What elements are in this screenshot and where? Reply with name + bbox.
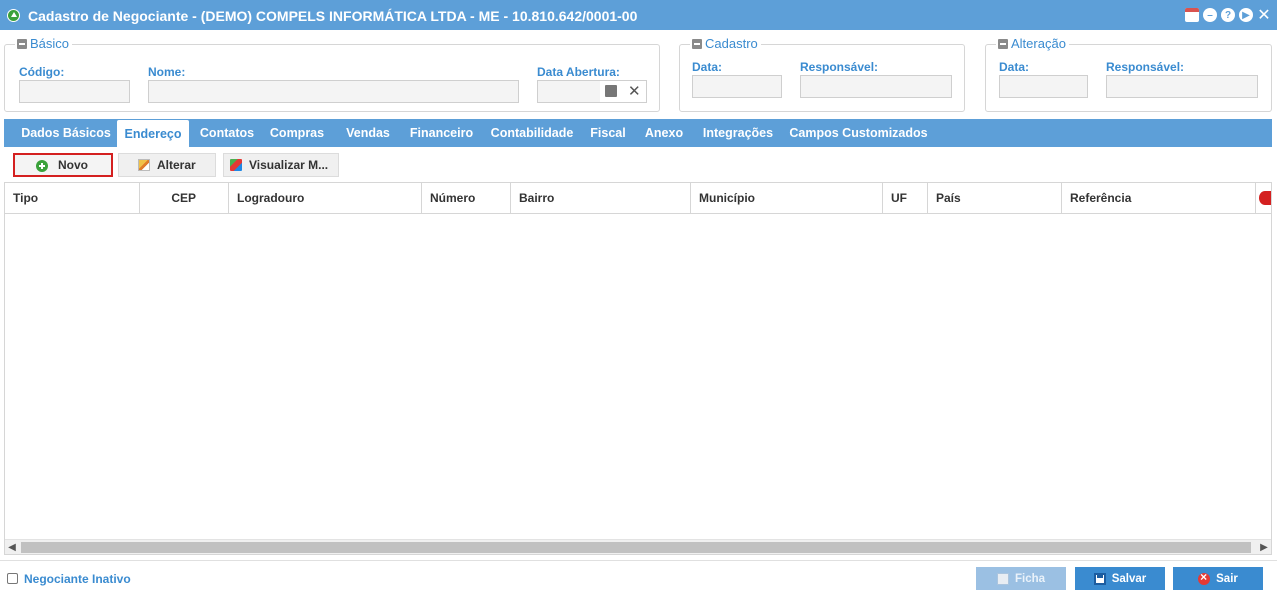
visualizar-button-label: Visualizar M... bbox=[249, 158, 329, 172]
column-header[interactable]: País bbox=[928, 183, 1062, 214]
tab-compras[interactable]: Compras bbox=[267, 119, 327, 147]
calendar-icon[interactable] bbox=[1185, 8, 1199, 22]
nome-field[interactable] bbox=[148, 80, 519, 103]
grid-header: Tipo CEP Logradouro Número Bairro Municí… bbox=[5, 183, 1271, 214]
delete-icon[interactable] bbox=[1259, 191, 1271, 205]
collapse-icon[interactable] bbox=[998, 38, 1008, 49]
tab-dados-basicos[interactable]: Dados Básicos bbox=[10, 119, 122, 147]
salvar-button-label: Salvar bbox=[1111, 572, 1147, 585]
alteracao-data-field[interactable] bbox=[999, 75, 1088, 98]
edit-icon bbox=[138, 159, 150, 171]
window-tools: – ? ▶ ✕ bbox=[1185, 7, 1271, 24]
tab-financeiro[interactable]: Financeiro bbox=[404, 119, 479, 147]
ficha-button[interactable]: Ficha bbox=[976, 567, 1066, 590]
data-abertura-field[interactable]: ✕ bbox=[537, 80, 647, 103]
tab-fiscal[interactable]: Fiscal bbox=[586, 119, 630, 147]
minimize-icon[interactable]: – bbox=[1203, 8, 1217, 22]
footer-bar: Negociante Inativo Ficha Salvar Sair bbox=[0, 560, 1277, 596]
tab-integracoes[interactable]: Integrações bbox=[698, 119, 778, 147]
tab-campos-customizados[interactable]: Campos Customizados bbox=[787, 119, 930, 147]
column-header[interactable]: Referência bbox=[1062, 183, 1256, 214]
alterar-button-label: Alterar bbox=[157, 158, 196, 172]
save-icon bbox=[1093, 572, 1106, 585]
document-icon bbox=[996, 572, 1009, 585]
app-icon bbox=[7, 9, 20, 22]
basico-fieldset: Básico Código: Nome: Data Abertura: ✕ bbox=[4, 36, 660, 112]
column-header[interactable]: UF bbox=[883, 183, 928, 214]
basico-legend[interactable]: Básico bbox=[15, 36, 73, 51]
column-header[interactable]: Tipo bbox=[5, 183, 140, 214]
alteracao-fieldset: Alteração Data: Responsável: bbox=[985, 36, 1272, 112]
collapse-icon[interactable] bbox=[17, 38, 27, 49]
alteracao-data-label: Data: bbox=[999, 60, 1030, 74]
alterar-button[interactable]: Alterar bbox=[118, 153, 216, 177]
help-icon[interactable]: ? bbox=[1221, 8, 1235, 22]
nome-label: Nome: bbox=[148, 65, 186, 79]
exit-icon bbox=[1198, 570, 1211, 585]
clear-icon[interactable]: ✕ bbox=[628, 82, 641, 100]
map-icon bbox=[230, 159, 242, 171]
alteracao-legend-label: Alteração bbox=[1011, 36, 1066, 51]
cadastro-data-field[interactable] bbox=[692, 75, 782, 98]
sair-button[interactable]: Sair bbox=[1173, 567, 1263, 590]
scroll-left-icon[interactable]: ◀ bbox=[5, 541, 19, 554]
window-title: Cadastro de Negociante - (DEMO) COMPELS … bbox=[28, 8, 638, 24]
address-toolbar: Novo Alterar Visualizar M... bbox=[4, 147, 1272, 182]
play-icon[interactable]: ▶ bbox=[1239, 8, 1253, 22]
sair-button-label: Sair bbox=[1216, 572, 1238, 585]
add-icon bbox=[36, 160, 48, 172]
cadastro-fieldset: Cadastro Data: Responsável: bbox=[679, 36, 965, 112]
cadastro-responsavel-field[interactable] bbox=[800, 75, 952, 98]
negociante-inativo-label[interactable]: Negociante Inativo bbox=[24, 572, 131, 586]
column-header[interactable]: Número bbox=[422, 183, 511, 214]
salvar-button[interactable]: Salvar bbox=[1075, 567, 1165, 590]
codigo-field[interactable] bbox=[19, 80, 130, 103]
tab-vendas[interactable]: Vendas bbox=[341, 119, 395, 147]
novo-button-label: Novo bbox=[58, 158, 88, 172]
cadastro-responsavel-label: Responsável: bbox=[800, 60, 879, 74]
data-abertura-label: Data Abertura: bbox=[537, 65, 620, 79]
close-icon[interactable]: ✕ bbox=[1257, 7, 1271, 24]
tab-contabilidade[interactable]: Contabilidade bbox=[488, 119, 576, 147]
column-header[interactable]: Município bbox=[691, 183, 883, 214]
cadastro-legend[interactable]: Cadastro bbox=[690, 36, 761, 51]
novo-button[interactable]: Novo bbox=[13, 153, 113, 177]
column-header[interactable]: Bairro bbox=[511, 183, 691, 214]
column-header[interactable]: CEP bbox=[140, 183, 229, 214]
cadastro-data-label: Data: bbox=[692, 60, 723, 74]
tab-anexo[interactable]: Anexo bbox=[640, 119, 688, 147]
column-header[interactable]: Logradouro bbox=[229, 183, 422, 214]
cadastro-legend-label: Cadastro bbox=[705, 36, 758, 51]
alteracao-responsavel-field[interactable] bbox=[1106, 75, 1258, 98]
calendar-icon[interactable] bbox=[605, 85, 617, 97]
horizontal-scrollbar[interactable]: ◀ ▶ bbox=[5, 539, 1271, 554]
data-abertura-value[interactable] bbox=[538, 81, 600, 102]
codigo-label: Código: bbox=[19, 65, 65, 79]
tab-bar: Dados Básicos Endereço Contatos Compras … bbox=[4, 119, 1272, 148]
tab-contatos[interactable]: Contatos bbox=[194, 119, 260, 147]
ficha-button-label: Ficha bbox=[1014, 572, 1046, 585]
scroll-right-icon[interactable]: ▶ bbox=[1257, 541, 1271, 554]
address-grid: Tipo CEP Logradouro Número Bairro Municí… bbox=[4, 182, 1272, 555]
scrollbar-thumb[interactable] bbox=[21, 542, 1251, 553]
collapse-icon[interactable] bbox=[692, 38, 702, 49]
window-titlebar: Cadastro de Negociante - (DEMO) COMPELS … bbox=[0, 0, 1277, 30]
basico-legend-label: Básico bbox=[30, 36, 70, 51]
tab-endereco[interactable]: Endereço bbox=[117, 120, 189, 148]
alteracao-responsavel-label: Responsável: bbox=[1106, 60, 1185, 74]
alteracao-legend[interactable]: Alteração bbox=[996, 36, 1069, 51]
negociante-inativo-checkbox[interactable] bbox=[7, 573, 18, 584]
visualizar-mapa-button[interactable]: Visualizar M... bbox=[223, 153, 339, 177]
